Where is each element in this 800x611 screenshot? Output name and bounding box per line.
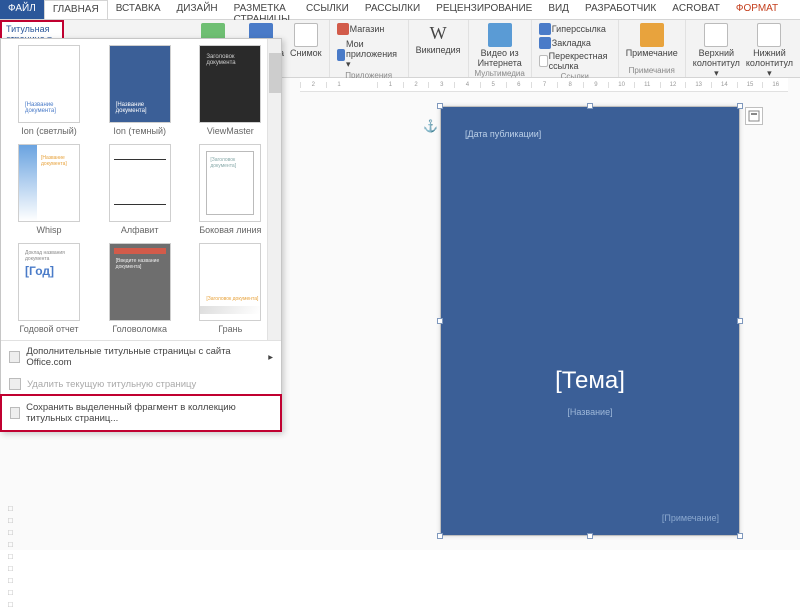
thumb-caption: Боковая линия	[199, 225, 261, 235]
footer-button[interactable]: Нижний колонтитул ▾	[745, 22, 794, 80]
pub-date-placeholder[interactable]: [Дата публикации]	[465, 129, 541, 139]
group-media: Видео из Интернета Мультимедиа	[469, 20, 532, 77]
tab-design[interactable]: ДИЗАЙН	[169, 0, 226, 19]
media-group-label: Мультимедиа	[475, 69, 525, 78]
left-markers: □□□□□□□□□	[8, 503, 13, 611]
title-placeholder[interactable]: [Название]	[441, 407, 739, 417]
tab-home[interactable]: ГЛАВНАЯ	[44, 0, 108, 19]
layout-icon	[748, 110, 760, 122]
office-icon	[9, 351, 20, 363]
cover-thumb[interactable]: [Название документа]Ion (темный)	[100, 45, 180, 142]
cover-page-gallery: [Название документа]Ion (светлый)[Назван…	[0, 38, 282, 432]
cover-thumb[interactable]: [Введите названиедокумента]Головоломка	[100, 243, 180, 340]
store-button[interactable]: Магазин	[336, 22, 386, 36]
layout-options-button[interactable]	[745, 107, 763, 125]
resize-handle[interactable]	[437, 533, 443, 539]
comments-group-label: Примечания	[629, 66, 675, 75]
resize-handle[interactable]	[437, 103, 443, 109]
wikipedia-button[interactable]: W Википедия	[415, 22, 462, 56]
cover-thumb[interactable]: [Названиедокумента]Whisp	[9, 144, 89, 241]
tab-developer[interactable]: РАЗРАБОТЧИК	[577, 0, 664, 19]
resize-handle[interactable]	[737, 533, 743, 539]
thumb-caption: Головоломка	[112, 324, 167, 334]
comment-button[interactable]: Примечание	[625, 22, 679, 59]
save-selection-item[interactable]: Сохранить выделенный фрагмент в коллекци…	[0, 394, 282, 432]
more-from-office-item[interactable]: Дополнительные титульные страницы с сайт…	[1, 341, 281, 373]
horizontal-ruler[interactable]: 2112345678910111213141516	[300, 78, 788, 92]
cover-thumb[interactable]: [Год]Доклад названиядокументаГодовой отч…	[9, 243, 89, 340]
thumb-caption: Алфавит	[121, 225, 159, 235]
online-video-button[interactable]: Видео из Интернета	[475, 22, 525, 69]
group-headerfooter: Верхний колонтитул ▾ Нижний колонтитул ▾…	[686, 20, 800, 77]
remove-icon	[9, 378, 21, 390]
cover-thumb[interactable]: [Заголовокдокумента]Боковая линия	[190, 144, 270, 241]
group-comments: Примечание Примечания	[619, 20, 686, 77]
thumb-caption: Ion (темный)	[113, 126, 166, 136]
remove-cover-item: Удалить текущую титульную страницу	[1, 373, 281, 395]
tab-format[interactable]: ФОРМАТ	[728, 0, 786, 19]
resize-handle[interactable]	[587, 533, 593, 539]
theme-placeholder[interactable]: [Тема]	[441, 367, 739, 395]
my-apps-button[interactable]: Мои приложения ▾	[336, 38, 402, 71]
anchor-icon: ⚓	[423, 119, 438, 133]
cover-thumb[interactable]: Алфавит	[100, 144, 180, 241]
tab-review[interactable]: РЕЦЕНЗИРОВАНИЕ	[428, 0, 540, 19]
thumb-caption: ViewMaster	[207, 126, 254, 136]
document-page[interactable]: ⚓ [Дата публикации] [Тема] [Название] [П…	[440, 106, 740, 536]
screenshot-button[interactable]: Снимок	[289, 22, 323, 59]
cover-thumb[interactable]: [Заголовок документа]Грань	[190, 243, 270, 340]
tab-file[interactable]: ФАЙЛ	[0, 0, 44, 19]
hyperlink-button[interactable]: Гиперссылка	[538, 22, 607, 36]
cover-thumb[interactable]: [Название документа]Ion (светлый)	[9, 45, 89, 142]
thumb-caption: Ion (светлый)	[21, 126, 77, 136]
resize-handle[interactable]	[437, 318, 443, 324]
tab-references[interactable]: ССЫЛКИ	[298, 0, 357, 19]
tab-insert[interactable]: ВСТАВКА	[108, 0, 169, 19]
gallery-scrollbar[interactable]	[267, 39, 281, 340]
thumb-caption: Грань	[218, 324, 242, 334]
cover-thumb[interactable]: ЗаголовокдокументаViewMaster	[190, 45, 270, 142]
crossref-button[interactable]: Перекрестная ссылка	[538, 50, 612, 72]
group-wikipedia: W Википедия	[409, 20, 469, 77]
tab-page-layout[interactable]: РАЗМЕТКА СТРАНИЦЫ	[226, 0, 298, 19]
save-icon	[10, 407, 20, 419]
note-placeholder[interactable]: [Примечание]	[662, 513, 719, 523]
group-apps: Магазин Мои приложения ▾ Приложения	[330, 20, 409, 77]
resize-handle[interactable]	[737, 103, 743, 109]
ribbon-tabs: ФАЙЛ ГЛАВНАЯ ВСТАВКА ДИЗАЙН РАЗМЕТКА СТР…	[0, 0, 800, 20]
tab-mailings[interactable]: РАССЫЛКИ	[357, 0, 428, 19]
resize-handle[interactable]	[587, 103, 593, 109]
group-links: Гиперссылка Закладка Перекрестная ссылка…	[532, 20, 619, 77]
resize-handle[interactable]	[737, 318, 743, 324]
tab-view[interactable]: ВИД	[540, 0, 577, 19]
bookmark-button[interactable]: Закладка	[538, 36, 592, 50]
header-button[interactable]: Верхний колонтитул ▾	[692, 22, 741, 80]
tab-acrobat[interactable]: ACROBAT	[664, 0, 728, 19]
thumb-caption: Годовой отчет	[20, 324, 79, 334]
thumb-caption: Whisp	[36, 225, 61, 235]
